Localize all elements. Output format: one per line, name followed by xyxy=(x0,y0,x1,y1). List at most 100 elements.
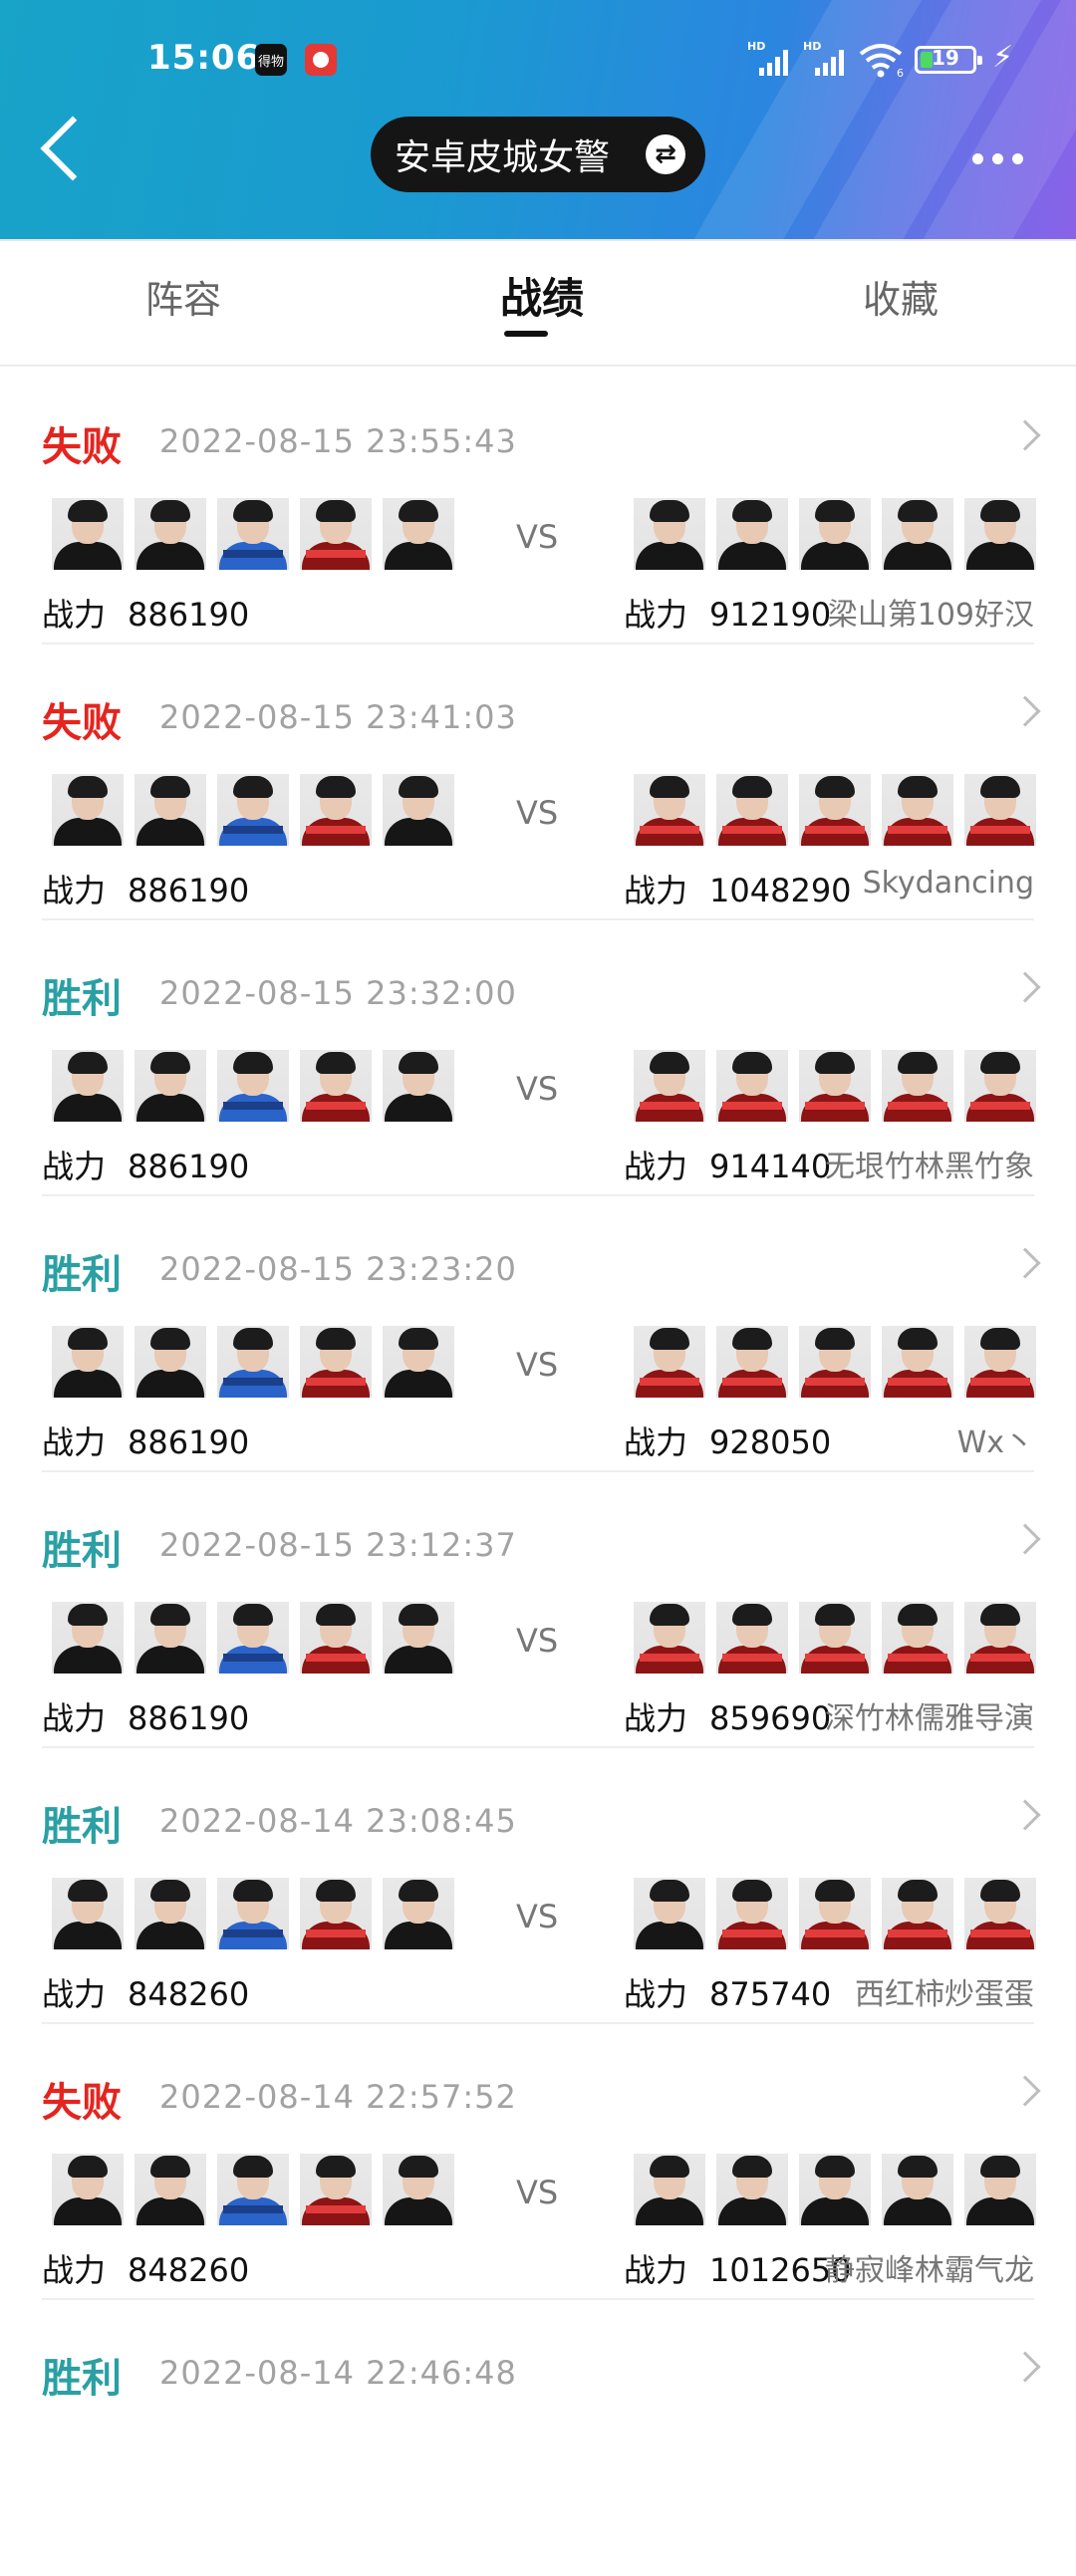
player-avatar xyxy=(383,1878,454,1949)
player-avatar xyxy=(882,1602,953,1674)
player-avatar xyxy=(134,1326,206,1398)
opponent-power-value: 1048290 xyxy=(709,872,852,909)
opponent-name: Skydancing xyxy=(862,866,1034,901)
power-label: 战力 xyxy=(42,1148,107,1185)
opponent-name: Wx丶 xyxy=(956,1425,1034,1460)
chevron-right-icon[interactable] xyxy=(1009,1247,1041,1279)
power-label: 战力 xyxy=(624,2251,688,2289)
player-avatar xyxy=(882,1326,953,1398)
opponent-power-value: 928050 xyxy=(709,1423,832,1461)
my-power: 战力 848260 xyxy=(42,1969,249,2015)
match-result: 胜利 xyxy=(42,2356,122,2402)
tab-lineup[interactable]: 阵容 xyxy=(145,269,221,324)
match-timestamp: 2022-08-15 23:12:37 xyxy=(159,1526,517,1564)
chevron-right-icon[interactable] xyxy=(1009,971,1041,1003)
my-power-value: 886190 xyxy=(128,1148,250,1185)
opponent-team-avatars xyxy=(634,1602,1036,1674)
match-row[interactable]: 失败 2022-08-14 22:57:52 VS 战力 848260 战力 1012650… xyxy=(0,2024,1076,2300)
player-avatar xyxy=(716,1602,788,1674)
opponent-power: 战力 875740 xyxy=(624,1969,831,2015)
player-avatar xyxy=(52,774,124,846)
power-label: 战力 xyxy=(42,1699,107,1737)
power-label: 战力 xyxy=(42,872,107,909)
chevron-right-icon[interactable] xyxy=(1009,2075,1041,2107)
tab-record[interactable]: 战绩 xyxy=(500,265,584,326)
match-row[interactable]: 胜利 2022-08-14 23:08:45 VS 战力 848260 战力 875740 西… xyxy=(0,1748,1076,2024)
player-avatar xyxy=(964,1878,1036,1949)
chevron-right-icon[interactable] xyxy=(1009,1799,1041,1831)
match-timestamp: 2022-08-14 23:08:45 xyxy=(159,1802,517,1840)
match-timestamp: 2022-08-15 23:55:43 xyxy=(159,422,517,460)
battery-level: 19 xyxy=(932,46,959,70)
player-avatar xyxy=(964,498,1036,570)
player-avatar xyxy=(52,1326,124,1398)
player-avatar xyxy=(383,1050,454,1122)
match-row[interactable]: 胜利 2022-08-15 23:12:37 VS 战力 886190 战力 859690 深… xyxy=(0,1472,1076,1748)
my-power: 战力 886190 xyxy=(42,590,249,636)
power-label: 战力 xyxy=(42,1975,107,2013)
player-avatar xyxy=(799,2154,871,2225)
player-avatar xyxy=(964,1602,1036,1674)
power-label: 战力 xyxy=(42,1423,107,1461)
opponent-team-avatars xyxy=(634,1050,1036,1122)
wifi-icon: 6 xyxy=(857,42,905,87)
player-avatar xyxy=(134,2154,206,2225)
player-avatar xyxy=(964,2154,1036,2225)
match-row[interactable]: 失败 2022-08-15 23:41:03 VS 战力 886190 战力 1048290… xyxy=(0,644,1076,920)
player-avatar xyxy=(634,2154,705,2225)
opponent-team-avatars xyxy=(634,1326,1036,1398)
tab-bar: 阵容 战绩 收藏 xyxy=(0,239,1076,367)
back-button[interactable] xyxy=(36,112,96,191)
match-row[interactable]: 胜利 2022-08-15 23:32:00 VS 战力 886190 战力 914140 无… xyxy=(0,920,1076,1196)
power-label: 战力 xyxy=(42,596,107,634)
player-avatar xyxy=(634,774,705,846)
player-avatar xyxy=(383,498,454,570)
player-avatar xyxy=(217,1050,289,1122)
player-avatar xyxy=(882,498,953,570)
match-result: 胜利 xyxy=(42,1804,122,1850)
chevron-right-icon[interactable] xyxy=(1009,419,1041,451)
my-team-avatars xyxy=(52,1602,454,1674)
match-row[interactable]: 胜利 2022-08-14 22:46:48 xyxy=(0,2300,1076,2576)
match-row[interactable]: 胜利 2022-08-15 23:23:20 VS 战力 886190 战力 928050 W… xyxy=(0,1196,1076,1472)
opponent-name: 静寂峰林霸气龙 xyxy=(825,2253,1034,2288)
account-switcher[interactable]: 安卓皮城女警 ⇄ xyxy=(371,117,705,192)
swap-icon: ⇄ xyxy=(646,134,685,174)
player-avatar xyxy=(300,498,372,570)
red-app-icon xyxy=(305,44,337,76)
player-avatar xyxy=(882,2154,953,2225)
chevron-right-icon[interactable] xyxy=(1009,2351,1041,2383)
chevron-right-icon[interactable] xyxy=(1009,1523,1041,1555)
player-avatar xyxy=(716,2154,788,2225)
opponent-name: 无垠竹林黑竹象 xyxy=(825,1150,1034,1184)
player-avatar xyxy=(799,1326,871,1398)
chevron-right-icon[interactable] xyxy=(1009,695,1041,727)
player-avatar xyxy=(634,1050,705,1122)
player-avatar xyxy=(383,1326,454,1398)
power-label: 战力 xyxy=(624,1699,688,1737)
more-button[interactable] xyxy=(972,153,1023,164)
power-label: 战力 xyxy=(42,2251,107,2289)
player-avatar xyxy=(300,1878,372,1949)
opponent-power: 战力 928050 xyxy=(624,1417,831,1463)
tab-favorites[interactable]: 收藏 xyxy=(863,269,939,324)
player-avatar xyxy=(217,498,289,570)
opponent-team-avatars xyxy=(634,498,1036,570)
opponent-power-value: 912190 xyxy=(709,596,832,634)
match-row[interactable]: 失败 2022-08-15 23:55:43 VS 战力 886190 战力 912190 梁… xyxy=(0,369,1076,644)
opponent-team-avatars xyxy=(634,2154,1036,2225)
my-power-value: 886190 xyxy=(128,872,250,909)
opponent-team-avatars xyxy=(634,1878,1036,1949)
player-avatar xyxy=(300,774,372,846)
player-avatar xyxy=(134,498,206,570)
player-avatar xyxy=(217,1326,289,1398)
player-avatar xyxy=(300,1050,372,1122)
player-avatar xyxy=(52,1878,124,1949)
my-power: 战力 886190 xyxy=(42,1417,249,1463)
my-power-value: 886190 xyxy=(128,1699,250,1737)
app-header: 15:06 得物 HD HD 6 19 ⚡ 安卓皮城女警 ⇄ xyxy=(0,0,1076,239)
player-avatar xyxy=(300,1602,372,1674)
player-avatar xyxy=(964,1050,1036,1122)
player-avatar xyxy=(634,1602,705,1674)
wifi-label: 6 xyxy=(897,67,904,78)
